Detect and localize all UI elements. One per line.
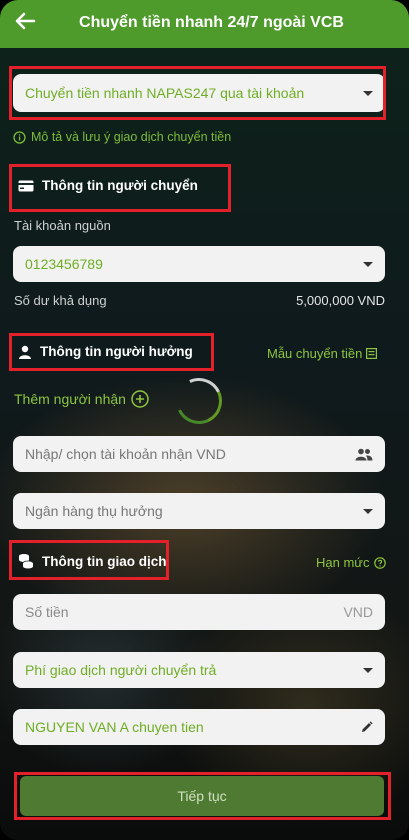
beneficiary-bank-select[interactable]: Ngân hàng thụ hưởng — [13, 493, 385, 529]
transaction-section-label: Thông tin giao dịch — [42, 553, 167, 569]
receiver-account-input[interactable]: Nhập/ chọn tài khoản nhận VND — [13, 436, 385, 472]
page-title: Chuyển tiền nhanh 24/7 ngoài VCB — [79, 14, 344, 31]
receiver-account-placeholder: Nhập/ chọn tài khoản nhận VND — [25, 446, 226, 462]
transaction-section-title: Thông tin giao dịch — [18, 553, 166, 569]
amount-input[interactable]: Số tiền VND — [13, 594, 385, 630]
source-account-select[interactable]: 0123456789 — [13, 246, 385, 282]
transfer-type-select[interactable]: Chuyển tiền nhanh NAPAS247 qua tài khoản — [13, 74, 385, 112]
fee-payer-select[interactable]: Phí giao dịch người chuyển trả — [13, 652, 385, 688]
currency-label: VND — [343, 604, 373, 620]
contacts-icon[interactable] — [355, 448, 373, 461]
chevron-down-icon — [363, 667, 373, 673]
sender-section-label: Thông tin người chuyển — [42, 178, 198, 193]
chevron-down-icon — [363, 90, 373, 96]
template-link[interactable]: Mẫu chuyển tiền — [267, 346, 378, 361]
sender-section-title: Thông tin người chuyển — [18, 178, 198, 193]
coins-icon — [18, 553, 34, 569]
continue-label: Tiếp tục — [177, 788, 227, 804]
source-account-label: Tài khoản nguồn — [14, 218, 111, 233]
add-receiver-label: Thêm người nhận — [14, 391, 126, 407]
template-link-label: Mẫu chuyển tiền — [267, 346, 363, 361]
source-account-value: 0123456789 — [25, 256, 103, 272]
chevron-down-icon — [363, 261, 373, 267]
help-icon — [373, 556, 386, 569]
balance-label: Số dư khả dụng — [14, 293, 107, 308]
loading-spinner — [169, 371, 229, 431]
app-header: Chuyển tiền nhanh 24/7 ngoài VCB — [0, 0, 409, 48]
plus-circle-icon — [131, 390, 149, 408]
balance-value: 5,000,000 VND — [296, 293, 385, 308]
chevron-down-icon — [363, 508, 373, 514]
continue-button[interactable]: Tiếp tục — [20, 776, 384, 816]
receiver-section-title: Thông tin người hưởng — [18, 344, 193, 359]
description-input[interactable]: NGUYEN VAN A chuyen tien — [13, 709, 385, 745]
limit-link[interactable]: Hạn mức — [316, 555, 386, 570]
limit-link-label: Hạn mức — [316, 555, 370, 570]
info-icon — [13, 130, 26, 144]
amount-placeholder: Số tiền — [25, 604, 69, 620]
add-receiver-button[interactable]: Thêm người nhận — [14, 390, 149, 408]
beneficiary-bank-placeholder: Ngân hàng thụ hưởng — [25, 503, 163, 519]
user-icon — [18, 345, 32, 359]
pencil-icon[interactable] — [360, 720, 373, 734]
fee-payer-value: Phí giao dịch người chuyển trả — [25, 662, 217, 678]
receiver-section-label: Thông tin người hưởng — [40, 344, 193, 359]
description-value: NGUYEN VAN A chuyen tien — [25, 719, 204, 735]
transfer-type-value: Chuyển tiền nhanh NAPAS247 qua tài khoản — [25, 85, 305, 101]
screen-background: Chuyển tiền nhanh 24/7 ngoài VCB Chuyển … — [0, 0, 409, 840]
card-icon — [18, 180, 34, 192]
note-text: Mô tả và lưu ý giao dịch chuyển tiền — [31, 130, 232, 144]
transaction-note-link[interactable]: Mô tả và lưu ý giao dịch chuyển tiền — [13, 130, 231, 144]
list-icon — [366, 348, 378, 359]
